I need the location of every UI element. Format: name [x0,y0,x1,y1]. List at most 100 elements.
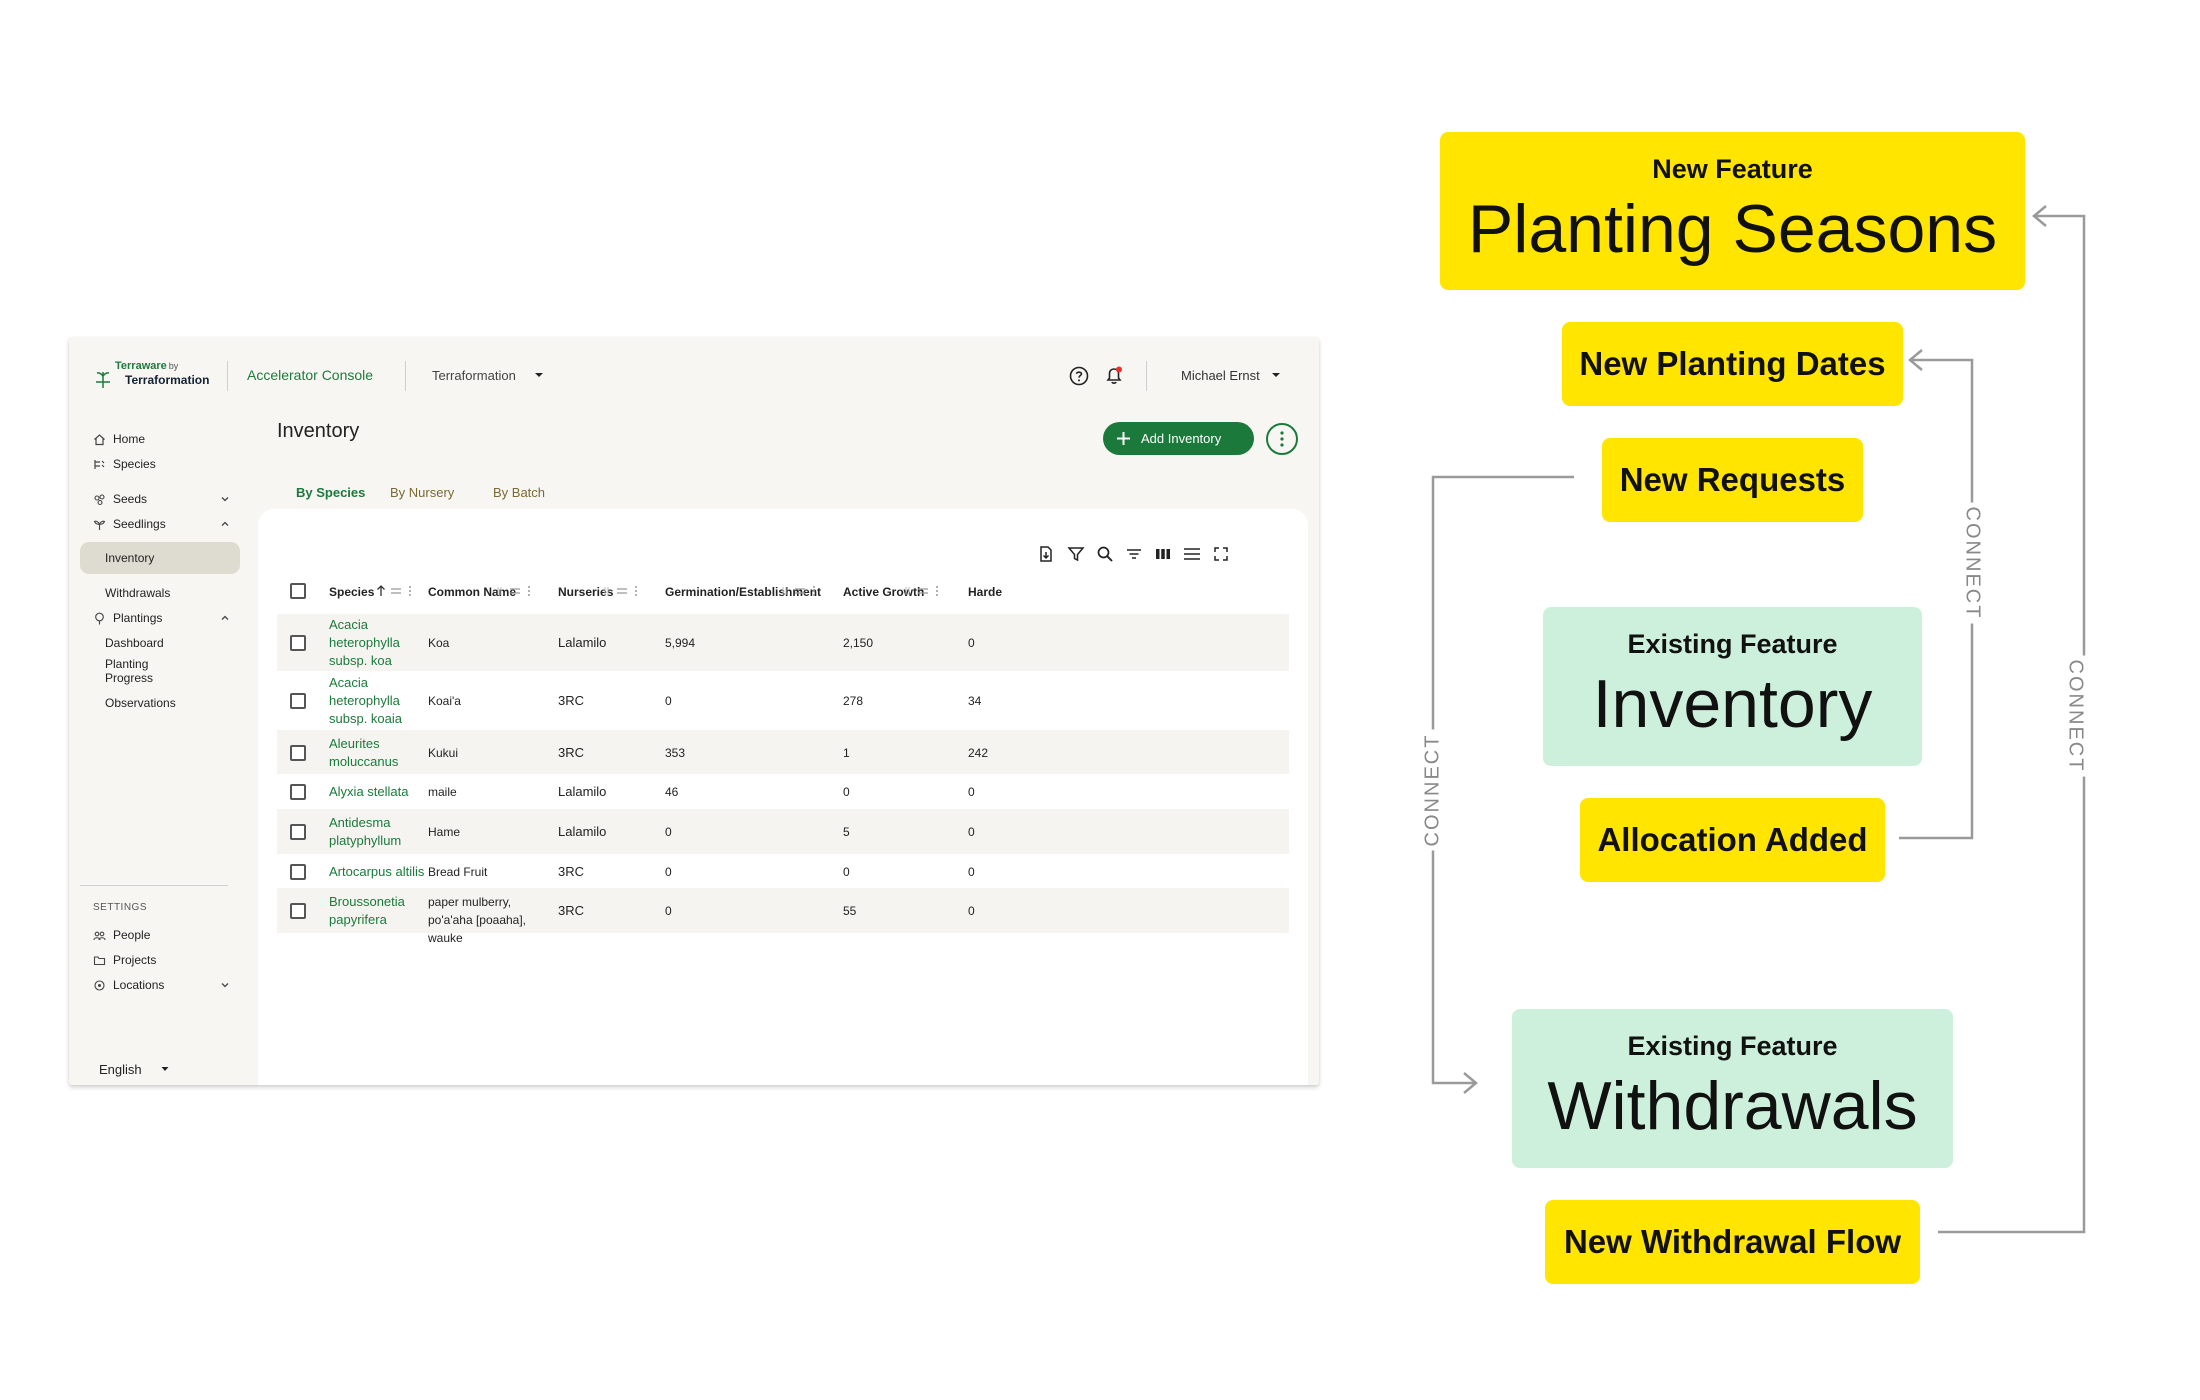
withdrawals-card: Existing Feature Withdrawals [1512,1009,1953,1168]
sidebar-item-label: Projects [113,953,157,967]
chevron-up-icon [221,521,229,526]
home-icon [94,434,105,446]
row-checkbox[interactable] [290,693,306,709]
table-row[interactable]: Alyxia stellata maile Lalamilo 46 0 0 [277,774,1289,808]
species-link[interactable]: Artocarpus altilis [329,863,424,881]
column-header-species[interactable]: Species [329,585,374,599]
add-inventory-button[interactable]: Add Inventory [1103,422,1254,455]
new-planting-dates-label: New Planting Dates [1579,345,1886,382]
more-options-button[interactable] [1266,423,1298,455]
export-icon[interactable] [1036,544,1056,564]
sidebar-divider [80,885,228,886]
table-row[interactable]: Broussonetia papyrifera paper mulberry, … [277,887,1289,945]
nursery-cell: Lalamilo [558,635,607,650]
column-menu-icon[interactable] [903,583,943,599]
nursery-cell: 3RC [558,693,585,708]
species-link[interactable]: Acacia heterophylla subsp. koa [329,616,419,670]
germination-cell: 0 [665,865,672,879]
row-checkbox[interactable] [290,864,306,880]
species-link[interactable]: Broussonetia papyrifera [329,893,419,929]
active-growth-cell: 1 [843,746,850,760]
sidebar-item-observations[interactable]: Observations [80,688,240,718]
row-checkbox[interactable] [290,824,306,840]
row-checkbox[interactable] [290,635,306,651]
inventory-kicker: Existing Feature [1627,629,1838,659]
divider [1146,361,1147,391]
chevron-down-icon[interactable] [532,368,546,382]
table-row[interactable]: Aleurites moluccanus Kukui 3RC 353 1 242 [277,729,1289,774]
hardening-cell: 0 [968,785,975,799]
sort-filter-icon[interactable] [1124,544,1144,564]
row-checkbox[interactable] [290,903,306,919]
language-label: English [99,1062,142,1077]
sidebar-item-label: People [113,928,151,942]
help-icon[interactable] [1068,365,1090,387]
nursery-cell: 3RC [558,864,585,879]
filter-icon[interactable] [1066,544,1086,564]
table-row[interactable]: Acacia heterophylla subsp. koaia Koai'a … [277,671,1289,729]
species-link[interactable]: Acacia heterophylla subsp. koaia [329,674,419,728]
terraware-logo[interactable]: Terraware by Terraformation [94,360,210,392]
active-growth-cell: 278 [843,694,864,708]
select-all-checkbox[interactable] [290,583,306,599]
germination-cell: 0 [665,825,672,839]
sort-ascending-icon[interactable] [376,583,416,599]
seeds-icon [94,494,105,506]
arrow-head-icon [2032,205,2047,227]
top-bar: Terraware by Terraformation Accelerator C… [69,337,1319,415]
sidebar-item-label: Withdrawals [105,586,171,600]
chevron-down-icon [221,983,229,988]
sidebar-item-planting-progress[interactable]: Planting Progress [80,653,240,687]
fullscreen-icon[interactable] [1211,544,1231,564]
language-selector[interactable]: English [99,1061,169,1079]
hardening-cell: 0 [968,904,975,918]
accelerator-console-link[interactable]: Accelerator Console [247,367,373,383]
hardening-cell: 0 [968,825,975,839]
table-row[interactable]: Antidesma platyphyllum Hame Lalamilo 0 5… [277,808,1289,854]
planting-seasons-card: New Feature Planting Seasons [1440,132,2025,290]
column-menu-icon[interactable] [780,583,820,599]
divider [405,361,406,391]
connect-label-outer: CONNECT [2063,655,2087,777]
user-menu[interactable]: Michael Ernst [1181,368,1260,383]
common-name-cell: Bread Fruit [428,865,488,879]
columns-icon[interactable] [1153,544,1173,564]
sidebar-item-label: Observations [105,696,176,710]
sidebar-item-inventory[interactable]: Inventory [80,542,240,574]
active-growth-cell: 0 [843,785,850,799]
germination-cell: 0 [665,694,672,708]
species-link[interactable]: Alyxia stellata [329,783,408,801]
search-icon[interactable] [1095,544,1115,564]
column-header-hardening[interactable]: Harde [968,585,1002,599]
sidebar-item-species[interactable]: Species [80,449,240,479]
nursery-cell: 3RC [558,745,585,760]
sidebar-item-seedlings[interactable]: Seedlings [80,509,240,539]
arrow-head-icon [1908,349,1923,371]
column-menu-icon[interactable] [602,583,642,599]
settings-heading: SETTINGS [93,902,148,913]
row-checkbox[interactable] [290,745,306,761]
column-menu-icon[interactable] [495,583,535,599]
sidebar-item-label: Inventory [105,551,155,565]
chevron-down-icon[interactable] [1269,368,1283,382]
table-row[interactable]: Acacia heterophylla subsp. koa Koa Lalam… [277,613,1289,671]
nursery-cell: Lalamilo [558,824,607,839]
active-growth-cell: 2,150 [843,636,874,650]
row-checkbox[interactable] [290,784,306,800]
allocation-added-card: Allocation Added [1580,798,1885,882]
org-selector[interactable]: Terraformation [432,368,516,383]
sidebar-item-label: Seedlings [113,517,166,531]
density-icon[interactable] [1182,544,1202,564]
folder-icon [93,956,106,966]
species-link[interactable]: Aleurites moluccanus [329,735,419,771]
notification-bell-icon[interactable] [1103,364,1125,386]
species-link[interactable]: Antidesma platyphyllum [329,814,419,850]
people-icon [93,931,106,941]
sidebar-item-locations[interactable]: Locations [80,970,240,1000]
withdrawals-kicker: Existing Feature [1627,1031,1838,1061]
brand-company: Terraformation [125,373,210,387]
inventory-table-card: Species Common Name Nurseries Germinatio… [258,509,1308,1085]
common-name-cell: Hame [428,825,461,839]
sidebar-item-label: Dashboard [105,636,164,650]
table-row[interactable]: Artocarpus altilis Bread Fruit 3RC 0 0 0 [277,854,1289,887]
